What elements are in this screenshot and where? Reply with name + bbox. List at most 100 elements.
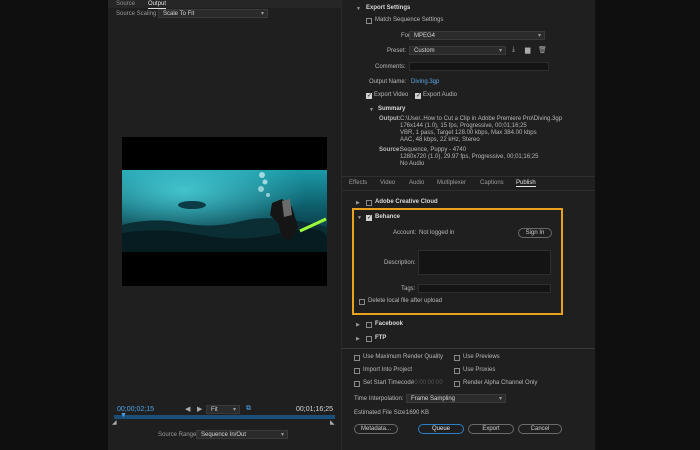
max-render-checkbox[interactable]: [354, 355, 360, 361]
match-sequence-checkbox[interactable]: [366, 18, 372, 24]
tab-source[interactable]: Source: [116, 0, 135, 8]
expand-triangle-icon[interactable]: ▶: [356, 336, 360, 342]
use-proxies-checkbox[interactable]: [454, 368, 460, 374]
source-scaling-dropdown[interactable]: Scale To Fit ▾: [158, 9, 268, 18]
chevron-down-icon: ▾: [232, 407, 236, 413]
summary-output-line: C:\User..How to Cut a Clip in Adobe Prem…: [400, 116, 563, 122]
start-timecode-value: 00;00;00;00: [411, 380, 443, 386]
source-range-dropdown[interactable]: Sequence In/Out ▾: [196, 430, 288, 439]
delete-local-checkbox[interactable]: [359, 299, 365, 305]
render-alpha-label: Render Alpha Channel Only: [463, 380, 538, 386]
import-preset-icon[interactable]: ▆: [525, 46, 530, 54]
delete-preset-icon[interactable]: 🗑: [538, 46, 547, 54]
estimated-size-label: Estimated File Size:: [354, 410, 408, 416]
divider: [342, 176, 595, 177]
creative-cloud-checkbox[interactable]: [366, 200, 372, 206]
timeline-range-bar[interactable]: [114, 415, 335, 419]
export-audio-checkbox[interactable]: [415, 92, 421, 99]
collapse-triangle-icon[interactable]: ▼: [369, 107, 374, 113]
summary-output-line: 176x144 (1.0), 15 fps, Progressive, 00;0…: [400, 123, 527, 129]
time-interpolation-label: Time Interpolation:: [354, 396, 404, 402]
format-value: MPEG4: [414, 33, 436, 39]
export-button[interactable]: Export: [468, 424, 514, 434]
step-forward-icon[interactable]: ▶: [197, 405, 202, 413]
render-alpha-checkbox[interactable]: [454, 381, 460, 387]
time-interpolation-value: Frame Sampling: [411, 396, 456, 402]
output-name-link[interactable]: Diving.3gp: [411, 79, 439, 85]
description-label: Description:: [384, 260, 416, 266]
sign-in-button[interactable]: Sign In: [518, 228, 552, 238]
export-video-label: Export Video: [374, 92, 409, 98]
source-scaling-label: Source Scaling: [116, 11, 157, 17]
facebook-label: Facebook: [375, 321, 404, 327]
facebook-checkbox[interactable]: [366, 322, 372, 328]
in-point-icon[interactable]: ◢: [112, 419, 117, 426]
left-tab-bar: Source Output: [108, 0, 341, 9]
preset-label: Preset:: [387, 48, 407, 54]
preset-dropdown[interactable]: Custom ▾: [409, 46, 506, 55]
tags-input[interactable]: [418, 284, 551, 293]
source-scaling-value: Scale To Fit: [163, 11, 195, 17]
end-timecode: 00;01;16;25: [296, 406, 333, 413]
save-preset-icon[interactable]: ⤓: [512, 46, 515, 54]
export-video-checkbox[interactable]: [366, 92, 372, 99]
preset-value: Custom: [414, 48, 435, 54]
tags-label: Tags:: [401, 286, 416, 292]
time-interpolation-dropdown[interactable]: Frame Sampling ▾: [406, 394, 506, 403]
import-project-label: Import Into Project: [363, 367, 413, 373]
chevron-down-icon: ▾: [498, 396, 502, 402]
summary-output-label: Output:: [379, 116, 401, 122]
creative-cloud-label: Adobe Creative Cloud: [375, 199, 438, 205]
ftp-checkbox[interactable]: [366, 336, 372, 342]
description-input[interactable]: [418, 250, 551, 275]
tab-video[interactable]: Video: [380, 180, 395, 186]
tab-captions[interactable]: Captions: [480, 180, 504, 186]
queue-button[interactable]: Queue: [418, 424, 464, 434]
output-name-label: Output Name:: [369, 79, 407, 85]
collapse-triangle-icon[interactable]: ▼: [357, 215, 362, 221]
divider: [342, 348, 595, 349]
export-audio-label: Export Audio: [423, 92, 458, 98]
step-back-icon[interactable]: ◀: [185, 405, 190, 413]
diver-video-frame: [122, 170, 327, 252]
playhead-icon[interactable]: ▼: [120, 412, 127, 419]
source-range-value: Sequence In/Out: [201, 432, 247, 438]
out-point-icon[interactable]: ◣: [330, 419, 335, 426]
summary-title: Summary: [378, 106, 406, 112]
tab-audio[interactable]: Audio: [409, 180, 424, 186]
ftp-label: FTP: [375, 335, 387, 341]
start-timecode-checkbox[interactable]: [354, 381, 360, 387]
use-previews-label: Use Previews: [463, 354, 500, 360]
collapse-triangle-icon[interactable]: ▼: [356, 6, 361, 12]
tab-effects[interactable]: Effects: [349, 180, 367, 186]
tab-multiplexer[interactable]: Multiplexer: [437, 180, 466, 186]
summary-source-line: 1280x720 (1.0), 29.97 fps, Progressive, …: [400, 154, 539, 160]
chevron-down-icon: ▾: [260, 11, 264, 17]
match-sequence-label: Match Sequence Settings: [375, 17, 444, 23]
expand-triangle-icon[interactable]: ▶: [356, 322, 360, 328]
expand-triangle-icon[interactable]: ▶: [356, 200, 360, 206]
tab-publish[interactable]: Publish: [516, 180, 536, 187]
use-previews-checkbox[interactable]: [454, 355, 460, 361]
delete-local-label: Delete local file after upload: [368, 298, 443, 304]
import-project-checkbox[interactable]: [354, 368, 360, 374]
behance-checkbox[interactable]: [366, 214, 372, 221]
account-label: Account:: [393, 230, 417, 236]
chevron-down-icon: ▾: [280, 432, 284, 438]
start-timecode-label: Set Start Timecode: [363, 380, 415, 386]
zoom-fit-dropdown[interactable]: Fit ▾: [206, 405, 240, 414]
chevron-down-icon: ▾: [537, 33, 541, 39]
tab-output[interactable]: Output: [148, 0, 167, 9]
export-settings-panel: ▼ Export Settings Match Sequence Setting…: [341, 0, 595, 450]
source-range-label: Source Range:: [158, 432, 199, 438]
estimated-size-value: 1690 KB: [406, 410, 430, 416]
fit-frame-icon[interactable]: ⧉: [246, 405, 251, 413]
behance-section: ▼ Behance Account: Not logged in Sign In…: [352, 208, 563, 315]
metadata-button[interactable]: Metadata...: [354, 424, 398, 434]
divider: [342, 190, 595, 191]
cancel-button[interactable]: Cancel: [518, 424, 562, 434]
comments-input[interactable]: [409, 62, 549, 71]
zoom-fit-value: Fit: [211, 407, 218, 413]
format-dropdown[interactable]: MPEG4 ▾: [409, 31, 545, 40]
comments-label: Comments:: [375, 64, 406, 70]
